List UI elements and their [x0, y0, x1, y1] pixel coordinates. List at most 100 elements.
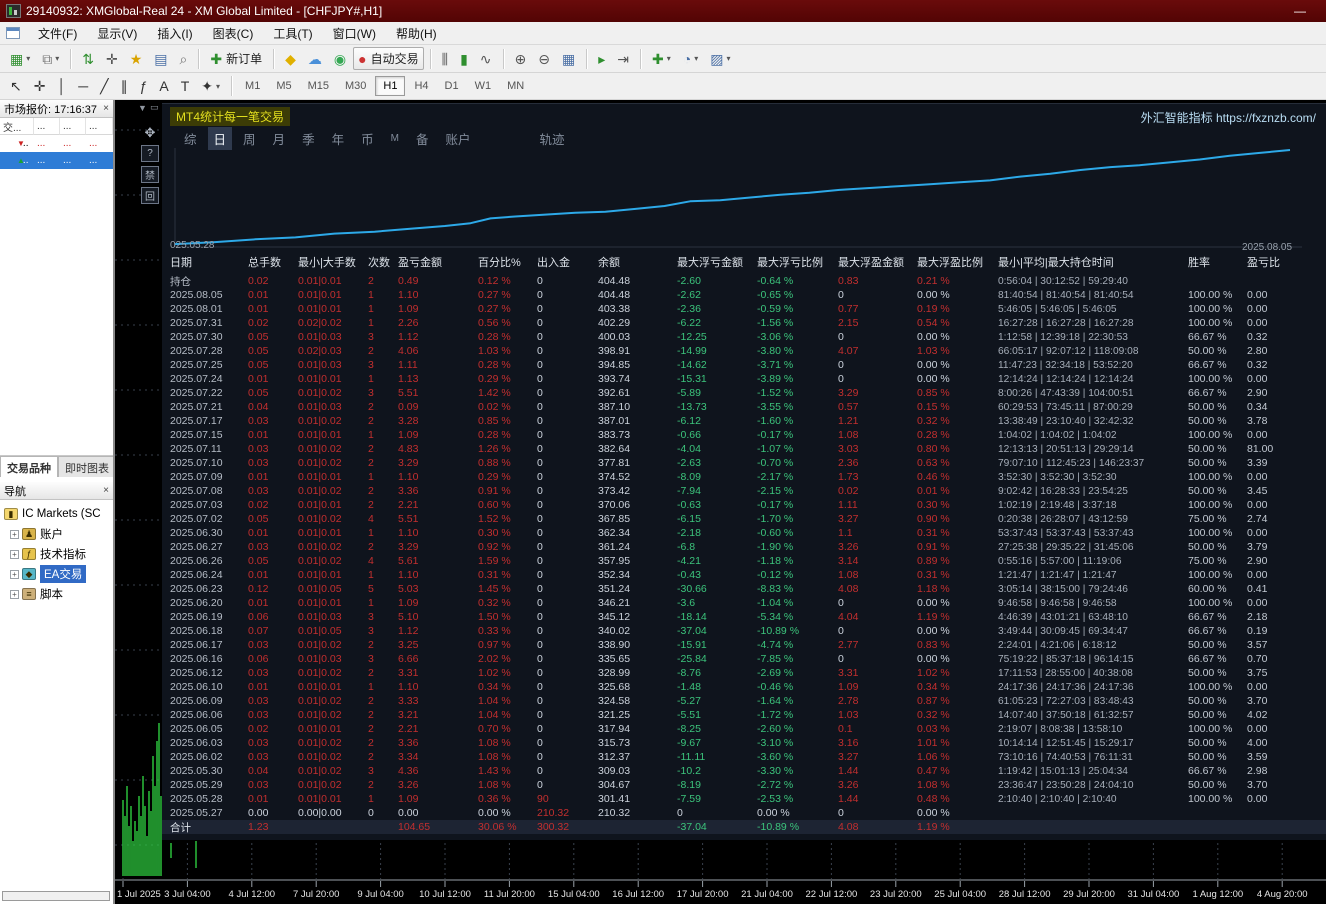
- tab-即时图表[interactable]: 即时图表: [58, 456, 113, 477]
- new-order-button[interactable]: ✚ 新订单: [205, 47, 267, 70]
- chart-shift-toggle[interactable]: ⇥: [612, 49, 634, 69]
- market-watch-toggle[interactable]: ⇅: [77, 49, 99, 69]
- autotrade-button[interactable]: ● 自动交易: [353, 47, 424, 70]
- timeframe-M1[interactable]: M1: [238, 77, 267, 95]
- cell: 5.51: [398, 387, 419, 399]
- candlestick-toggle[interactable]: ▮: [455, 49, 473, 69]
- data-window-toggle[interactable]: ✛: [101, 49, 123, 69]
- chart-area[interactable]: ▼ ▭ ✥?禁回 V0.16 MT4统计每一笔交易 外汇智能指标 https:/…: [115, 100, 1326, 904]
- move-icon[interactable]: ✥: [141, 124, 159, 141]
- vertical-line-tool[interactable]: │: [52, 76, 71, 96]
- metaeditor-button-icon: ◆: [285, 50, 296, 67]
- menu-item[interactable]: 显示(V): [87, 22, 147, 45]
- menu-item[interactable]: 文件(F): [28, 22, 87, 45]
- navigator-root[interactable]: ▮ IC Markets (SC: [4, 504, 113, 524]
- timeframe-M5[interactable]: M5: [269, 77, 298, 95]
- zoom-in-button[interactable]: ⊕: [510, 49, 532, 69]
- channel-tool[interactable]: ∥: [116, 76, 133, 96]
- menu-item[interactable]: 图表(C): [203, 22, 264, 45]
- timeframe-M30[interactable]: M30: [338, 77, 373, 95]
- close-icon[interactable]: ×: [103, 485, 109, 496]
- cell: 0: [537, 387, 543, 399]
- cell: 2025.08.05: [170, 289, 223, 301]
- market-watch-columns: 交............: [0, 118, 113, 135]
- cell: 0: [537, 639, 543, 651]
- cell: 1.11: [838, 499, 858, 511]
- metaeditor-button[interactable]: ◆: [280, 49, 301, 69]
- bar-chart-toggle[interactable]: ⫼: [437, 49, 453, 69]
- cursor-tool[interactable]: ↖: [5, 76, 27, 96]
- cell: 3.29: [838, 387, 859, 399]
- profiles-button[interactable]: ⧉ ▾: [37, 49, 64, 69]
- close-icon[interactable]: ×: [103, 103, 109, 114]
- panel-minimize-icon[interactable]: ▭: [150, 102, 159, 113]
- cell: 3.79: [1247, 541, 1268, 553]
- help-icon[interactable]: ?: [141, 145, 159, 162]
- expand-icon[interactable]: +: [10, 529, 19, 539]
- menu-item[interactable]: 工具(T): [263, 22, 322, 45]
- strategy-tester-toggle[interactable]: ⌕: [175, 49, 193, 69]
- auto-scroll-toggle[interactable]: ▸: [593, 49, 610, 69]
- cell: 0: [537, 401, 543, 413]
- tile-windows-button[interactable]: ▦: [557, 49, 580, 69]
- cell: 0.33 %: [478, 625, 511, 637]
- community-button[interactable]: ☁: [303, 49, 327, 69]
- restore-icon[interactable]: 回: [141, 187, 159, 204]
- cell: 0.19 %: [917, 303, 950, 315]
- zoom-out-button[interactable]: ⊖: [533, 49, 555, 69]
- chevron-down-icon[interactable]: ▼: [138, 103, 147, 113]
- timeframe-H4[interactable]: H4: [407, 77, 435, 95]
- menu-item[interactable]: 帮助(H): [386, 22, 447, 45]
- templates-button[interactable]: ▨ ▾: [705, 49, 735, 69]
- cell: 0.91 %: [478, 485, 511, 497]
- timeframe-MN[interactable]: MN: [500, 77, 531, 95]
- dropdown-caret-icon: ▾: [666, 54, 671, 63]
- cell: 2: [368, 639, 374, 651]
- cell: 387.10: [598, 401, 631, 413]
- cell: 2025.06.26: [170, 555, 223, 567]
- cell: -15.91: [677, 639, 707, 651]
- sidebar-item-accounts[interactable]: + ♟ 账户: [4, 524, 113, 544]
- periods-button[interactable]: ◔ ▾: [678, 49, 703, 69]
- menu-item[interactable]: 插入(I): [147, 22, 202, 45]
- timeframe-W1[interactable]: W1: [468, 77, 499, 95]
- cell: 0.00: [1247, 793, 1268, 805]
- minimize-button[interactable]: —: [1294, 4, 1306, 18]
- bottom-scrollbar[interactable]: [2, 891, 110, 901]
- menu-item[interactable]: 窗口(W): [323, 22, 386, 45]
- expand-icon[interactable]: +: [10, 569, 19, 579]
- timeframe-M15[interactable]: M15: [301, 77, 336, 95]
- timeframe-D1[interactable]: D1: [438, 77, 466, 95]
- timeframe-H1[interactable]: H1: [375, 76, 406, 96]
- symbol-row[interactable]: ▼...........: [0, 135, 113, 152]
- tab-交易品种[interactable]: 交易品种: [0, 456, 58, 477]
- disable-icon[interactable]: 禁: [141, 166, 159, 183]
- sidebar-item-expert-advisor[interactable]: + ◆ EA交易: [4, 564, 113, 584]
- horizontal-line-tool[interactable]: ─: [73, 76, 93, 96]
- cell: 4: [368, 513, 374, 525]
- navigator-header: 导航 ×: [0, 482, 113, 500]
- text-tool[interactable]: A: [154, 76, 173, 96]
- new-chart-button[interactable]: ▦ ▾: [5, 49, 35, 69]
- fibonacci-tool[interactable]: ƒ: [135, 76, 153, 96]
- chart-window-icon[interactable]: [6, 27, 20, 39]
- terminal-toggle[interactable]: ▤: [149, 49, 172, 69]
- cell: 0.01|0.02: [298, 555, 342, 567]
- indicators-button[interactable]: ✚ ▾: [647, 49, 676, 69]
- label-tool[interactable]: T: [176, 76, 195, 96]
- expand-icon[interactable]: +: [10, 549, 19, 559]
- crosshair-tool[interactable]: ✛: [29, 76, 51, 96]
- sidebar-item-indicators[interactable]: + ƒ 技术指标: [4, 544, 113, 564]
- cell: 0.00: [1247, 429, 1268, 441]
- signals-button[interactable]: ◉: [329, 49, 351, 69]
- line-chart-toggle[interactable]: ∿: [475, 49, 497, 69]
- cell: 0.01|0.02: [298, 667, 342, 679]
- sidebar-item-scripts[interactable]: + ≡ 脚本: [4, 584, 113, 604]
- expand-icon[interactable]: +: [10, 589, 19, 599]
- symbol-row[interactable]: ▲...........: [0, 152, 113, 169]
- navigator-toggle[interactable]: ★: [125, 49, 148, 69]
- arrows-tool[interactable]: ✦ ▾: [196, 76, 225, 96]
- trendline-tool[interactable]: ╱: [95, 76, 113, 96]
- cell: 370.06: [598, 499, 631, 511]
- cell: 0.01|0.02: [298, 751, 342, 763]
